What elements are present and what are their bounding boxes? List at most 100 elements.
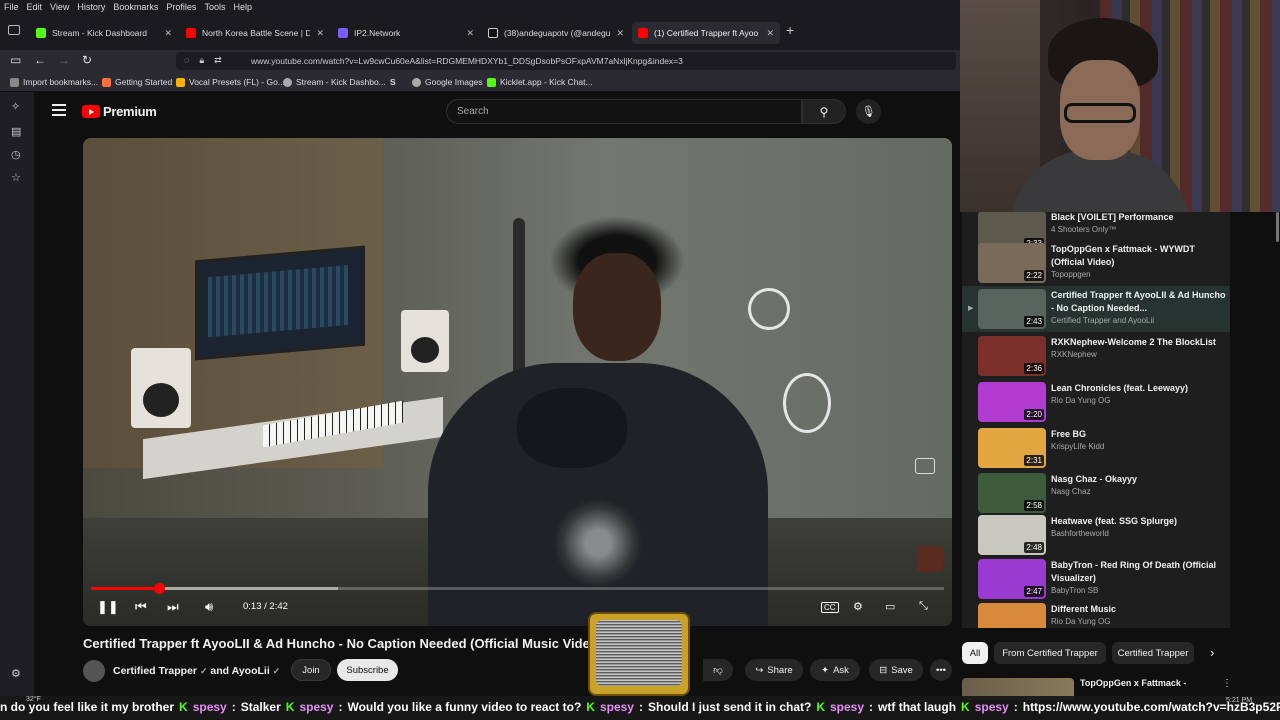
video-player[interactable]: ❚❚ ⏮︎ ⏭︎ 🔊︎ 0:13 / 2:42 CC ⚙ ▭ ⤡ (83, 138, 952, 626)
tab-north-korea[interactable]: North Korea Battle Scene | DEVI ✕ (180, 22, 330, 44)
volume-icon[interactable]: 🔊︎ (205, 599, 213, 615)
more-vertical-icon[interactable]: ⋮ (1222, 678, 1232, 689)
playlist-item[interactable]: 2:47 BabyTron - Red Ring Of Death (Offici… (962, 556, 1230, 602)
bookmark-import[interactable]: Import bookmarks... (10, 77, 98, 87)
captions-icon[interactable]: CC (821, 602, 839, 613)
menu-view[interactable]: View (50, 2, 69, 12)
subscribe-button[interactable]: Subscribe (337, 659, 398, 681)
bookmark-google-images[interactable]: Google Images (412, 77, 483, 87)
playlist-thumbnail[interactable]: 2:20 (978, 382, 1046, 422)
miniplayer-icon[interactable] (915, 458, 935, 474)
channel-name[interactable]: Certified Trapper ✓ and AyooLii ✓ (113, 665, 280, 677)
tab-list-icon[interactable] (8, 25, 20, 35)
bookmark-s[interactable]: S (390, 77, 396, 87)
share-button[interactable]: ↪ Share (745, 659, 803, 681)
close-icon[interactable]: ✕ (616, 28, 624, 39)
close-icon[interactable]: ✕ (766, 28, 774, 39)
chip-all[interactable]: All (962, 642, 988, 664)
menu-edit[interactable]: Edit (27, 2, 43, 12)
menu-help[interactable]: Help (233, 2, 252, 12)
settings-gear-icon[interactable]: ⚙ (11, 667, 21, 680)
video-end-card-thumbnail[interactable] (917, 546, 943, 572)
menu-history[interactable]: History (77, 2, 105, 12)
search-input[interactable]: Search (446, 99, 802, 124)
channel-name-2[interactable]: AyooLii (232, 665, 270, 677)
tab-kick-dashboard[interactable]: Stream - Kick Dashboard ✕ (30, 22, 178, 44)
playlist-item-title[interactable]: Black [VOILET] Performance (1051, 212, 1226, 224)
playlist-thumbnail[interactable]: 2:43 (978, 289, 1046, 329)
playlist-item-title[interactable]: BabyTron - Red Ring Of Death (Official V… (1051, 559, 1226, 584)
playlist-thumbnail[interactable]: 2:48 (978, 515, 1046, 555)
playlist-item[interactable]: 2:22 TopOppGen x Fattmack - WYWDT (Offici… (962, 240, 1230, 286)
menu-bookmarks[interactable]: Bookmarks (113, 2, 158, 12)
next-button[interactable]: ⏭︎ (167, 599, 179, 615)
playlist-thumbnail[interactable]: 2:52 (978, 603, 1046, 628)
playlist-thumbnail[interactable]: 2:31 (978, 428, 1046, 468)
theater-mode-icon[interactable]: ▭ (885, 600, 895, 613)
lock-icon[interactable]: 🔒︎ (199, 55, 204, 66)
permissions-icon[interactable]: ⇄ (214, 55, 222, 66)
playlist-item-title[interactable]: Nasg Chaz - Okayyy (1051, 473, 1226, 486)
save-button[interactable]: ⊟ Save (869, 659, 923, 681)
shield-icon[interactable]: ◌ (184, 55, 189, 66)
playlist-item-title[interactable]: Different Music (1051, 603, 1226, 616)
chip-from-channel[interactable]: From Certified Trapper (994, 642, 1106, 664)
fullscreen-icon[interactable]: ⤡ (919, 600, 928, 613)
channel-avatar[interactable] (83, 660, 105, 682)
youtube-premium-logo[interactable]: Premium (82, 104, 157, 119)
playlist-item-title[interactable]: Free BG (1051, 428, 1226, 441)
playlist-item-title[interactable]: Certified Trapper ft AyooLII & Ad Huncho… (1051, 289, 1226, 314)
playlist-item[interactable]: ▶ 2:43 Certified Trapper ft AyooLII & Ad H… (962, 286, 1230, 332)
playlist-item[interactable]: 2:48 Heatwave (feat. SSG Splurge) Bashfort… (962, 512, 1230, 558)
related-title[interactable]: TopOppGen x Fattmack - (1080, 678, 1186, 688)
close-icon[interactable]: ✕ (466, 28, 474, 39)
history-icon[interactable]: ◷ (11, 148, 21, 161)
search-button[interactable]: ⚲ (802, 99, 846, 124)
progress-bar[interactable] (91, 583, 944, 594)
channel-name-1[interactable]: Certified Trapper (113, 665, 197, 677)
playlist-item-title[interactable]: TopOppGen x Fattmack - WYWDT (Official V… (1051, 243, 1226, 268)
reload-button[interactable]: ↻ (82, 53, 92, 67)
playlist-scrollbar[interactable] (1276, 212, 1279, 242)
dislike-button[interactable]: 👎︎ (703, 659, 733, 681)
close-icon[interactable]: ✕ (316, 28, 324, 39)
tab-tiktok[interactable]: (38)andeguapotv (@andeguapo ✕ (482, 22, 630, 44)
playlist-thumbnail[interactable]: 2:47 (978, 559, 1046, 599)
tabs-icon[interactable]: ▤ (11, 125, 21, 138)
ai-sparkle-icon[interactable]: ✧ (11, 100, 20, 113)
chip-certified-trapper[interactable]: Certified Trapper (1112, 642, 1194, 664)
more-actions-button[interactable]: ••• (930, 659, 952, 681)
chevron-right-icon[interactable]: › (1210, 645, 1214, 660)
close-icon[interactable]: ✕ (164, 28, 172, 39)
ask-button[interactable]: ✦ Ask (810, 659, 860, 681)
sidebar-toggle-icon[interactable]: ▭ (10, 53, 21, 67)
playlist-thumbnail[interactable]: 2:58 (978, 473, 1046, 513)
menu-tools[interactable]: Tools (204, 2, 225, 12)
playlist-item-title[interactable]: Heatwave (feat. SSG Splurge) (1051, 515, 1226, 528)
playlist-item-title[interactable]: RXKNephew-Welcome 2 The BlockList (1051, 336, 1226, 349)
settings-gear-icon[interactable]: ⚙ (853, 600, 863, 613)
back-button[interactable]: ← (34, 53, 46, 67)
bookmarks-star-icon[interactable]: ☆ (11, 171, 21, 184)
url-bar[interactable]: www.youtube.com/watch?v=Lw9cwCu60eA&list… (176, 52, 956, 70)
bookmark-vocal-presets[interactable]: Vocal Presets (FL) - Go... (176, 77, 285, 87)
bookmark-kicklet[interactable]: Kicklet.app - Kick Chat... (487, 77, 593, 87)
playlist-item-title[interactable]: Lean Chronicles (feat. Leewayy) (1051, 382, 1226, 395)
menu-profiles[interactable]: Profiles (166, 2, 196, 12)
voice-search-button[interactable]: 🎙︎ (856, 99, 881, 124)
playlist-item[interactable]: 2:58 Nasg Chaz - Okayyy Nasg Chaz (962, 470, 1230, 516)
pause-button[interactable]: ❚❚ (97, 599, 119, 615)
bookmark-getting-started[interactable]: Getting Started (102, 77, 172, 87)
playlist-item[interactable]: 2:20 Lean Chronicles (feat. Leewayy) Rio D… (962, 379, 1230, 425)
previous-button[interactable]: ⏮︎ (135, 599, 147, 615)
playlist-thumbnail[interactable]: 2:36 (978, 336, 1046, 376)
tab-ip2[interactable]: IP2.Network ✕ (332, 22, 480, 44)
forward-button[interactable]: → (58, 53, 70, 67)
new-tab-button[interactable]: + (786, 22, 794, 38)
playlist-item[interactable]: 2:52 Different MusicRio Da Yung OG (962, 600, 1230, 628)
join-button[interactable]: Join (291, 659, 331, 681)
menu-hamburger-icon[interactable] (52, 104, 66, 116)
playlist-item[interactable]: 2:36 RXKNephew-Welcome 2 The BlockList RXK… (962, 333, 1230, 379)
menu-file[interactable]: File (4, 2, 19, 12)
tab-certified-trapper[interactable]: (1) Certified Trapper ft Ayoo ✕ (632, 22, 780, 44)
